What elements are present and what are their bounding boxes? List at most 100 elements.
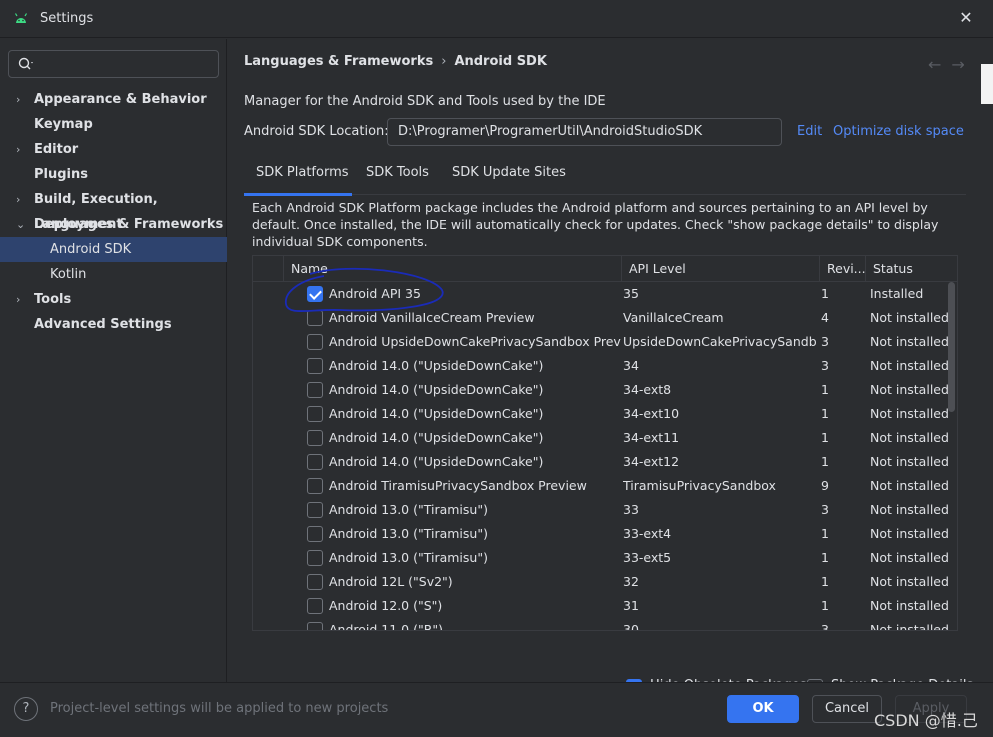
table-row[interactable]: Android 13.0 ("Tiramisu") 33-ext5 1 Not ins… [253, 546, 949, 570]
sidebar-item-label: Languages & Frameworks [34, 217, 224, 232]
ok-button[interactable]: OK [727, 695, 799, 723]
package-checkbox[interactable] [307, 310, 323, 326]
edit-link[interactable]: Edit [797, 124, 822, 139]
sidebar-item-kotlin[interactable]: Kotlin [0, 262, 227, 287]
revision: 3 [821, 622, 829, 631]
install-status: Not installed [870, 334, 949, 349]
chevron-right-icon[interactable]: › [16, 187, 26, 212]
api-level: 33-ext5 [623, 550, 672, 565]
tab-sdk-tools[interactable]: SDK Tools [366, 157, 429, 195]
install-status: Not installed [870, 622, 949, 631]
revision: 1 [821, 526, 829, 541]
sidebar-item-tools[interactable]: › Tools [0, 287, 227, 312]
chevron-right-icon[interactable]: › [16, 287, 26, 312]
search-icon [18, 57, 33, 70]
table-rows: Android API 35 35 1 Installed Android Vanill… [253, 282, 949, 631]
breadcrumb: Languages & Frameworks › Android SDK [244, 54, 547, 69]
forward-arrow-icon[interactable]: → [951, 55, 974, 74]
column-revision[interactable]: Revi... [819, 256, 865, 282]
optimize-disk-space-link[interactable]: Optimize disk space [833, 124, 964, 139]
package-name: Android 12.0 ("S") [329, 598, 443, 613]
api-level: TiramisuPrivacySandbox [623, 478, 776, 493]
package-checkbox[interactable] [307, 502, 323, 518]
tab-label: SDK Update Sites [452, 165, 566, 180]
settings-search-input[interactable] [8, 50, 219, 78]
table-row[interactable]: Android TiramisuPrivacySandbox Preview Ti… [253, 474, 949, 498]
package-checkbox[interactable] [307, 454, 323, 470]
install-status: Not installed [870, 358, 949, 373]
platforms-description: Each Android SDK Platform package includ… [252, 200, 939, 249]
column-name[interactable]: Name [283, 256, 621, 282]
table-row[interactable]: Android 14.0 ("UpsideDownCake") 34 3 Not in… [253, 354, 949, 378]
package-checkbox[interactable] [307, 478, 323, 494]
column-status[interactable]: Status [865, 256, 957, 282]
table-row[interactable]: Android 11.0 ("R") 30 3 Not installed [253, 618, 949, 631]
sdk-tabs: SDK Platforms SDK Tools SDK Update Sites [244, 157, 966, 196]
package-checkbox[interactable] [307, 598, 323, 614]
sidebar-item-android-sdk[interactable]: Android SDK [0, 237, 227, 262]
package-name: Android 12L ("Sv2") [329, 574, 453, 589]
sidebar-item-label: Tools [34, 292, 72, 307]
csdn-watermark: CSDN @惜.己 [874, 711, 978, 730]
table-row[interactable]: Android 12L ("Sv2") 32 1 Not installed [253, 570, 949, 594]
sidebar-item-build-execution-deployment[interactable]: › Build, Execution, Deployment [0, 187, 227, 232]
title-bar: Settings ✕ [0, 0, 993, 38]
package-name: Android 14.0 ("UpsideDownCake") [329, 454, 544, 469]
sidebar-item-advanced-settings[interactable]: Advanced Settings [0, 312, 227, 337]
table-row[interactable]: Android 14.0 ("UpsideDownCake") 34-ext8 1 N… [253, 378, 949, 402]
help-icon[interactable]: ? [14, 697, 38, 721]
table-scrollbar[interactable] [948, 282, 955, 412]
revision: 3 [821, 358, 829, 373]
package-checkbox[interactable] [307, 430, 323, 446]
sidebar-item-languages-frameworks[interactable]: ⌄ Languages & Frameworks [0, 212, 227, 237]
package-name: Android 11.0 ("R") [329, 622, 444, 631]
package-checkbox[interactable] [307, 550, 323, 566]
sidebar-item-keymap[interactable]: Keymap [0, 112, 227, 137]
table-row[interactable]: Android 14.0 ("UpsideDownCake") 34-ext10 1… [253, 402, 949, 426]
table-row[interactable]: Android UpsideDownCakePrivacySandbox Pre… [253, 330, 949, 354]
back-arrow-icon[interactable]: ← [928, 55, 951, 74]
package-checkbox[interactable] [307, 574, 323, 590]
dialog-footer: ? Project-level settings will be applied… [0, 682, 993, 737]
api-level: 33 [623, 502, 639, 517]
sdk-location-field[interactable]: D:\Programer\ProgramerUtil\AndroidStudio… [387, 118, 782, 146]
column-api-level[interactable]: API Level [621, 256, 819, 282]
install-status: Not installed [870, 430, 949, 445]
table-row[interactable]: Android 12.0 ("S") 31 1 Not installed [253, 594, 949, 618]
api-level: 31 [623, 598, 639, 613]
tab-label: SDK Tools [366, 165, 429, 180]
package-name: Android 13.0 ("Tiramisu") [329, 502, 488, 517]
close-icon[interactable]: ✕ [957, 9, 975, 27]
table-row[interactable]: Android 14.0 ("UpsideDownCake") 34-ext12 1… [253, 450, 949, 474]
package-checkbox[interactable] [307, 286, 323, 302]
table-row[interactable]: Android 13.0 ("Tiramisu") 33 3 Not installe… [253, 498, 949, 522]
package-checkbox[interactable] [307, 358, 323, 374]
cancel-button[interactable]: Cancel [812, 695, 882, 723]
package-checkbox[interactable] [307, 406, 323, 422]
package-checkbox[interactable] [307, 622, 323, 630]
chevron-right-icon[interactable]: › [16, 87, 26, 112]
chevron-down-icon[interactable]: ⌄ [16, 212, 26, 237]
package-checkbox[interactable] [307, 382, 323, 398]
package-checkbox[interactable] [307, 526, 323, 542]
api-level: 30 [623, 622, 639, 631]
package-name: Android 14.0 ("UpsideDownCake") [329, 358, 544, 373]
table-header: Name API Level Revi... Status [253, 256, 957, 282]
android-studio-icon [14, 13, 28, 23]
table-row[interactable]: Android 14.0 ("UpsideDownCake") 34-ext11 1… [253, 426, 949, 450]
chevron-right-icon[interactable]: › [16, 137, 26, 162]
table-row[interactable]: Android VanillaIceCream Preview VanillaIc… [253, 306, 949, 330]
table-row[interactable]: Android API 35 35 1 Installed [253, 282, 947, 306]
sidebar-item-editor[interactable]: › Editor [0, 137, 227, 162]
package-name: Android VanillaIceCream Preview [329, 310, 535, 325]
revision: 1 [821, 574, 829, 589]
package-name: Android API 35 [329, 286, 421, 301]
table-row[interactable]: Android 13.0 ("Tiramisu") 33-ext4 1 Not ins… [253, 522, 949, 546]
package-checkbox[interactable] [307, 334, 323, 350]
breadcrumb-parent[interactable]: Languages & Frameworks [244, 54, 433, 69]
sidebar-item-plugins[interactable]: Plugins [0, 162, 227, 187]
sidebar-item-appearance-behavior[interactable]: › Appearance & Behavior [0, 87, 227, 112]
tab-sdk-platforms[interactable]: SDK Platforms [244, 157, 352, 196]
tab-sdk-update-sites[interactable]: SDK Update Sites [452, 157, 566, 195]
window-title: Settings [40, 11, 94, 26]
